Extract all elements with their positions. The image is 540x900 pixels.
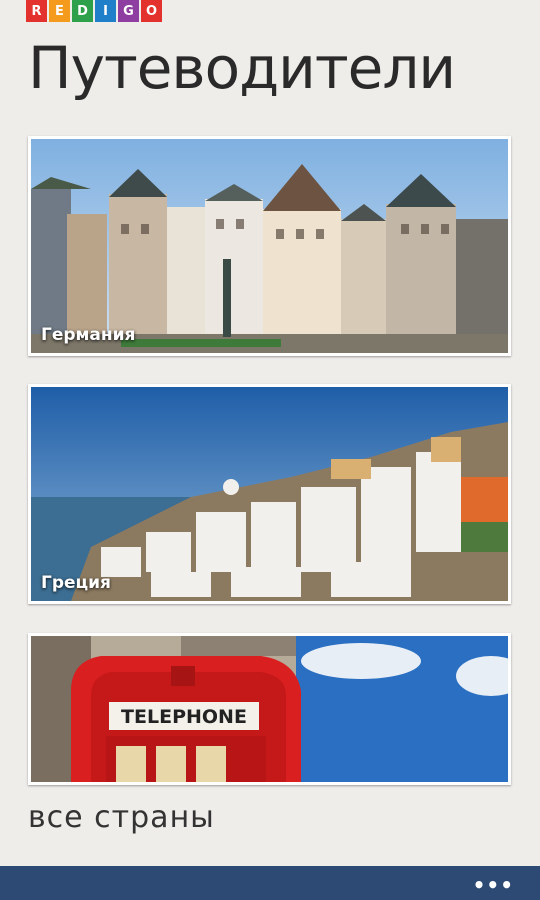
logo-letter: G	[118, 0, 139, 22]
uk-photo: TELEPHONE	[31, 636, 508, 782]
page-title: Путеводители	[28, 34, 456, 102]
logo-letter: O	[141, 0, 162, 22]
logo-letter: R	[26, 0, 47, 22]
logo-letter: I	[95, 0, 116, 22]
germany-photo: Германия	[31, 139, 508, 353]
greece-photo: Греция	[31, 387, 508, 601]
logo-letter: E	[49, 0, 70, 22]
all-countries-link[interactable]: все страны	[28, 800, 215, 835]
ellipsis-icon[interactable]: •••	[473, 873, 514, 897]
guide-card-germany[interactable]: Германия	[28, 136, 511, 356]
card-label: Греция	[41, 573, 111, 593]
svg-text:TELEPHONE: TELEPHONE	[121, 706, 247, 728]
app-bar: •••	[0, 866, 540, 900]
logo-letter: D	[72, 0, 93, 22]
guide-card-greece[interactable]: Греция	[28, 384, 511, 604]
card-label: Германия	[41, 325, 136, 345]
redigo-logo: R E D I G O	[26, 0, 162, 22]
guide-card-uk[interactable]: TELEPHONE	[28, 633, 511, 785]
